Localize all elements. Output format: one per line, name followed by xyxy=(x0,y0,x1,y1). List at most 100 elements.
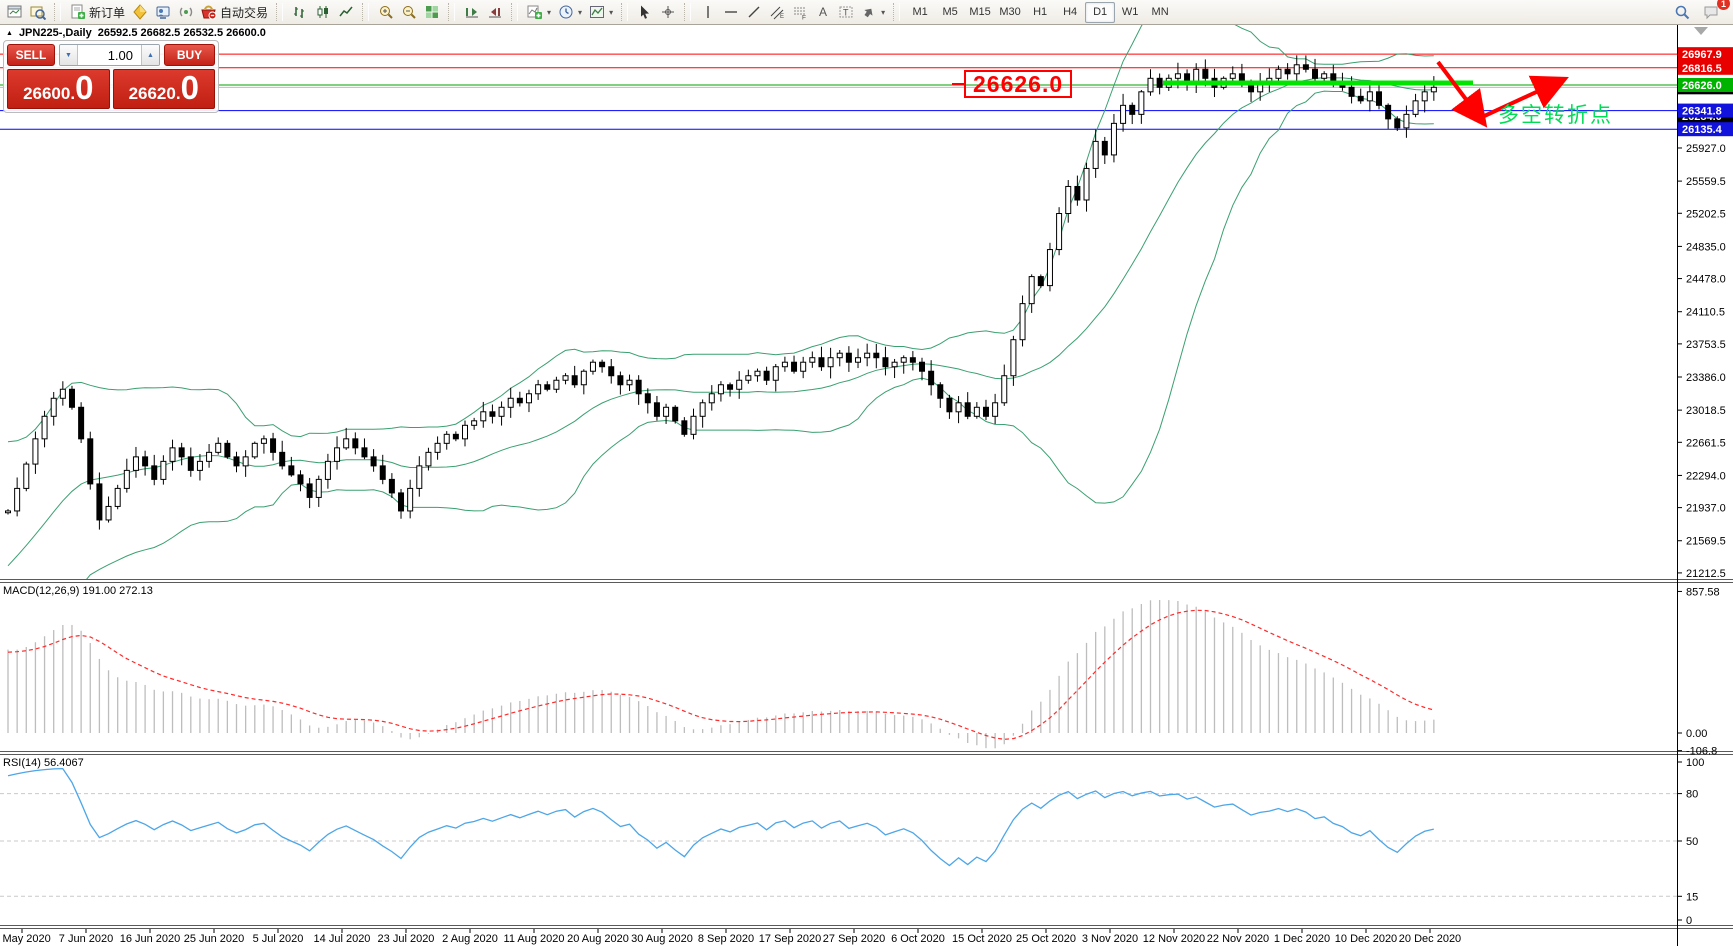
svg-text:F: F xyxy=(802,15,806,21)
svg-text:857.58: 857.58 xyxy=(1686,586,1720,598)
collapse-panel-icon[interactable]: ▲ xyxy=(6,30,13,37)
turning-point-annotation[interactable]: 多空转折点 xyxy=(1498,99,1613,129)
svg-text:A: A xyxy=(819,5,827,19)
vertical-line-tool[interactable] xyxy=(696,1,719,23)
indicators-button[interactable]: ▾ xyxy=(523,1,554,23)
svg-text:0: 0 xyxy=(1686,915,1692,927)
bar-chart-button[interactable] xyxy=(288,1,311,23)
svg-text:11 Aug 2020: 11 Aug 2020 xyxy=(504,933,565,945)
template-icon xyxy=(588,4,605,21)
svg-text:26135.4: 26135.4 xyxy=(1682,124,1723,136)
arrows-tool[interactable]: ▾ xyxy=(857,1,888,23)
tf-m1-button[interactable]: M1 xyxy=(905,2,935,23)
svg-text:10 Dec 2020: 10 Dec 2020 xyxy=(1335,933,1397,945)
zoom-out-icon xyxy=(400,4,417,21)
tf-d1-button[interactable]: D1 xyxy=(1085,2,1115,23)
new-chart-button[interactable] xyxy=(3,1,26,23)
zoom-in-button[interactable] xyxy=(374,1,397,23)
sell-button[interactable]: SELL xyxy=(7,44,55,66)
tf-m30-button[interactable]: M30 xyxy=(995,2,1025,23)
toolbar-separator xyxy=(448,3,455,21)
svg-text:25927.0: 25927.0 xyxy=(1686,143,1726,155)
notifications-button[interactable]: 1 xyxy=(1700,1,1723,23)
svg-text:23386.0: 23386.0 xyxy=(1686,372,1726,384)
tf-m5-button[interactable]: M5 xyxy=(935,2,965,23)
svg-text:8 May 2020: 8 May 2020 xyxy=(0,933,51,945)
svg-text:17 Sep 2020: 17 Sep 2020 xyxy=(759,933,821,945)
mql-editor-button[interactable] xyxy=(128,1,151,23)
buy-price-big-digit: 0 xyxy=(181,70,199,106)
svg-text:15 Oct 2020: 15 Oct 2020 xyxy=(952,933,1012,945)
svg-text:24478.0: 24478.0 xyxy=(1686,274,1726,286)
dropdown-caret: ▾ xyxy=(609,8,613,17)
trendline-tool[interactable] xyxy=(742,1,765,23)
candlestick-chart-button[interactable] xyxy=(311,1,334,23)
search-button[interactable] xyxy=(1671,1,1694,23)
volume-increase-button[interactable]: ▲ xyxy=(141,45,159,65)
periods-button[interactable]: ▾ xyxy=(554,1,585,23)
horizontal-line-tool[interactable] xyxy=(719,1,742,23)
cursor-tool-button[interactable] xyxy=(633,1,656,23)
toolbar-separator xyxy=(362,3,369,21)
buy-price-main: 26620 xyxy=(129,76,176,109)
zoom-in-icon xyxy=(377,4,394,21)
macd-label: MACD(12,26,9) 191.00 272.13 xyxy=(3,585,153,597)
svg-text:21937.0: 21937.0 xyxy=(1686,503,1726,515)
auto-scroll-button[interactable] xyxy=(460,1,483,23)
volume-input[interactable] xyxy=(78,45,141,65)
templates-button[interactable]: ▾ xyxy=(585,1,616,23)
autotrading-button[interactable]: 自动交易 xyxy=(197,1,271,23)
crosshair-icon xyxy=(659,4,676,21)
line-chart-button[interactable] xyxy=(334,1,357,23)
tf-h4-button[interactable]: H4 xyxy=(1055,2,1085,23)
channel-tool[interactable]: E xyxy=(765,1,788,23)
svg-text:22661.5: 22661.5 xyxy=(1686,437,1726,449)
rsi-label: RSI(14) 56.4067 xyxy=(3,757,84,769)
horizontal-line-icon xyxy=(722,4,739,21)
buy-price-box[interactable]: 26620.0 xyxy=(113,69,216,109)
tf-h1-button[interactable]: H1 xyxy=(1025,2,1055,23)
mt4-terminal: { "toolbar": { "new_order_label": "新订单",… xyxy=(0,0,1733,946)
news-signals-button[interactable] xyxy=(174,1,197,23)
text-label-icon: T xyxy=(837,4,854,21)
sell-price-box[interactable]: 26600.0 xyxy=(7,69,110,109)
chart-canvas[interactable]: 25927.025559.525202.524835.024478.024110… xyxy=(0,0,1733,946)
notification-badge: 1 xyxy=(1717,0,1730,10)
clock-icon xyxy=(557,4,574,21)
new-order-button[interactable]: 新订单 xyxy=(66,1,128,23)
svg-text:12 Nov 2020: 12 Nov 2020 xyxy=(1143,933,1205,945)
svg-text:24110.5: 24110.5 xyxy=(1686,307,1725,319)
crosshair-tool-button[interactable] xyxy=(656,1,679,23)
profiles-button[interactable] xyxy=(26,1,49,23)
buy-button[interactable]: BUY xyxy=(164,44,215,66)
svg-text:24835.0: 24835.0 xyxy=(1686,241,1726,253)
svg-text:-106.8: -106.8 xyxy=(1686,746,1717,758)
strategy-tester-button[interactable] xyxy=(151,1,174,23)
dropdown-caret: ▾ xyxy=(547,8,551,17)
svg-text:1 Dec 2020: 1 Dec 2020 xyxy=(1274,933,1330,945)
bar-chart-icon xyxy=(291,4,308,21)
autotrading-label: 自动交易 xyxy=(220,4,268,21)
tf-m15-button[interactable]: M15 xyxy=(965,2,995,23)
svg-text:27 Sep 2020: 27 Sep 2020 xyxy=(823,933,885,945)
search-icon xyxy=(1674,4,1691,21)
svg-text:3 Nov 2020: 3 Nov 2020 xyxy=(1082,933,1138,945)
text-icon: A xyxy=(814,4,831,21)
fibonacci-tool[interactable]: F xyxy=(788,1,811,23)
svg-text:23 Jul 2020: 23 Jul 2020 xyxy=(378,933,435,945)
strategy-tester-icon xyxy=(154,4,171,21)
chart-shift-button[interactable] xyxy=(483,1,506,23)
text-tool[interactable]: A xyxy=(811,1,834,23)
tile-windows-button[interactable] xyxy=(420,1,443,23)
tf-mn-button[interactable]: MN xyxy=(1145,2,1175,23)
svg-text:T: T xyxy=(843,8,849,18)
text-label-tool[interactable]: T xyxy=(834,1,857,23)
zoom-out-button[interactable] xyxy=(397,1,420,23)
resistance-level-label[interactable]: 26626.0 xyxy=(964,70,1072,98)
volume-decrease-button[interactable]: ▼ xyxy=(60,45,78,65)
svg-text:26341.8: 26341.8 xyxy=(1682,106,1722,118)
svg-text:26967.9: 26967.9 xyxy=(1682,49,1722,61)
svg-text:8 Sep 2020: 8 Sep 2020 xyxy=(698,933,754,945)
svg-text:21212.5: 21212.5 xyxy=(1686,568,1726,580)
tf-w1-button[interactable]: W1 xyxy=(1115,2,1145,23)
